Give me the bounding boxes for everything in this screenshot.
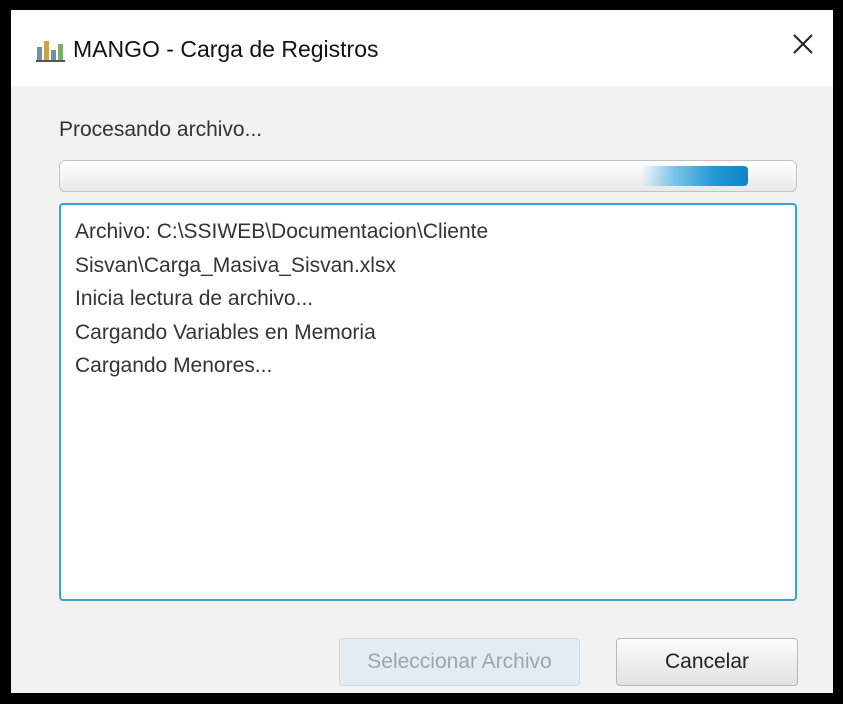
log-line: Sisvan\Carga_Masiva_Sisvan.xlsx [75,253,396,277]
log-line: Inicia lectura de archivo... [75,287,314,310]
log-text-area[interactable]: Archivo: C:\SSIWEB\Documentacion\Cliente… [59,203,797,601]
title-bar: MANGO - Carga de Registros [11,10,833,86]
close-button[interactable] [773,10,833,82]
log-line: Cargando Variables en Memoria [75,320,376,344]
close-icon [792,33,814,60]
window-title: MANGO - Carga de Registros [73,36,379,62]
progress-indicator [641,166,748,186]
log-line: Cargando Menores... [75,354,273,377]
status-label: Procesando archivo... [59,118,263,141]
progress-bar [59,160,797,192]
dialog-body: Procesando archivo... Archivo: C:\SSIWEB… [11,86,833,693]
cancel-button[interactable]: Cancelar [616,638,798,686]
bar-chart-icon [36,38,66,62]
select-file-button[interactable]: Seleccionar Archivo [339,638,580,686]
log-line: Archivo: C:\SSIWEB\Documentacion\Cliente [75,220,489,243]
dialog-window: MANGO - Carga de Registros Procesando ar… [11,10,833,693]
